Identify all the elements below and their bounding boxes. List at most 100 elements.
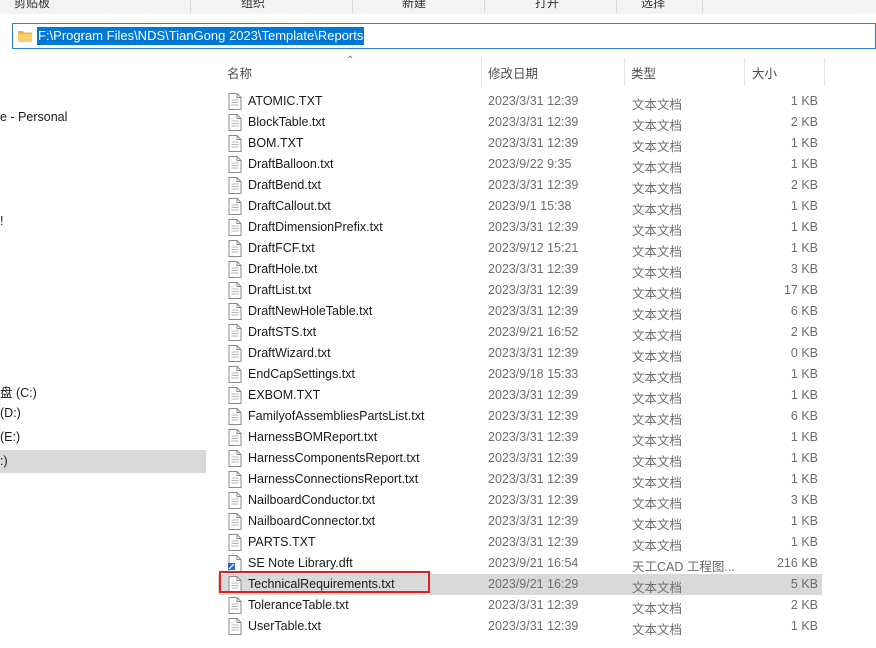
text-file-icon bbox=[228, 261, 242, 278]
file-row[interactable]: DraftDimensionPrefix.txt 2023/3/31 12:39 文… bbox=[218, 217, 822, 238]
file-date-modified: 2023/3/31 12:39 bbox=[488, 472, 579, 486]
file-date-modified: 2023/3/31 12:39 bbox=[488, 598, 579, 612]
file-row[interactable]: BOM.TXT 2023/3/31 12:39 文本文档 1 KB bbox=[218, 133, 822, 154]
file-name: HarnessBOMReport.txt bbox=[248, 430, 378, 444]
file-row[interactable]: DraftNewHoleTable.txt 2023/3/31 12:39 文本文档… bbox=[218, 301, 822, 322]
nav-item-onedrive-personal[interactable]: e - Personal bbox=[0, 110, 67, 124]
file-date-modified: 2023/3/31 12:39 bbox=[488, 451, 579, 465]
file-date-modified: 2023/3/31 12:39 bbox=[488, 493, 579, 507]
file-size: 1 KB bbox=[790, 367, 818, 381]
file-row[interactable]: ATOMIC.TXT 2023/3/31 12:39 文本文档 1 KB bbox=[218, 91, 822, 112]
file-name: NailboardConductor.txt bbox=[248, 493, 376, 507]
file-row[interactable]: UserTable.txt 2023/3/31 12:39 文本文档 1 KB bbox=[218, 616, 822, 637]
column-header-date[interactable]: 修改日期 bbox=[488, 63, 538, 82]
text-file-icon bbox=[228, 282, 242, 299]
file-size: 6 KB bbox=[790, 409, 818, 423]
file-size: 2 KB bbox=[790, 115, 818, 129]
file-size: 5 KB bbox=[790, 577, 818, 591]
file-row[interactable]: SE Note Library.dft 2023/9/21 16:54 天工CAD … bbox=[218, 553, 822, 574]
column-divider[interactable] bbox=[624, 58, 625, 86]
file-row[interactable]: DraftWizard.txt 2023/3/31 12:39 文本文档 0 KB bbox=[218, 343, 822, 364]
file-row[interactable]: EndCapSettings.txt 2023/9/18 15:33 文本文档 1 K… bbox=[218, 364, 822, 385]
file-size: 1 KB bbox=[790, 451, 818, 465]
column-header-type[interactable]: 类型 bbox=[631, 63, 656, 82]
file-row[interactable]: DraftHole.txt 2023/3/31 12:39 文本文档 3 KB bbox=[218, 259, 822, 280]
file-type: 文本文档 bbox=[632, 119, 683, 133]
text-file-icon bbox=[228, 387, 242, 404]
text-file-icon bbox=[228, 240, 242, 257]
text-file-icon bbox=[228, 534, 242, 551]
file-name: TechnicalRequirements.txt bbox=[248, 577, 395, 591]
text-file-icon bbox=[228, 618, 242, 635]
address-bar[interactable]: F:\Program Files\NDS\TianGong 2023\Templ… bbox=[12, 23, 876, 49]
text-file-icon bbox=[228, 177, 242, 194]
file-row[interactable]: DraftCallout.txt 2023/9/1 15:38 文本文档 1 KB bbox=[218, 196, 822, 217]
file-type: 文本文档 bbox=[632, 308, 683, 322]
text-file-icon bbox=[228, 156, 242, 173]
file-date-modified: 2023/3/31 12:39 bbox=[488, 430, 579, 444]
text-file-icon bbox=[228, 198, 242, 215]
column-divider[interactable] bbox=[744, 58, 745, 86]
file-type: 文本文档 bbox=[632, 224, 683, 238]
column-header-size[interactable]: 大小 bbox=[752, 63, 777, 82]
file-size: 1 KB bbox=[790, 241, 818, 255]
text-file-icon bbox=[228, 135, 242, 152]
nav-item-drive-c[interactable]: 盘 (C:) bbox=[0, 382, 37, 401]
file-row[interactable]: DraftBalloon.txt 2023/9/22 9:35 文本文档 1 KB bbox=[218, 154, 822, 175]
file-type: 文本文档 bbox=[632, 476, 683, 490]
file-type: 文本文档 bbox=[632, 455, 683, 469]
nav-item-this-pc[interactable]: ! bbox=[0, 214, 3, 228]
text-file-icon bbox=[228, 93, 242, 110]
text-file-icon bbox=[228, 114, 242, 131]
ribbon-separator bbox=[702, 0, 703, 13]
file-row[interactable]: PARTS.TXT 2023/3/31 12:39 文本文档 1 KB bbox=[218, 532, 822, 553]
file-row[interactable]: DraftList.txt 2023/3/31 12:39 文本文档 17 KB bbox=[218, 280, 822, 301]
address-path[interactable]: F:\Program Files\NDS\TianGong 2023\Templ… bbox=[37, 27, 365, 45]
file-size: 216 KB bbox=[776, 556, 818, 570]
ribbon: 剪贴板 组织 新建 打开 选择 bbox=[0, 0, 876, 14]
file-size: 1 KB bbox=[790, 388, 818, 402]
file-name: DraftList.txt bbox=[248, 283, 312, 297]
file-type: 文本文档 bbox=[632, 350, 683, 364]
file-row[interactable]: HarnessConnectionsReport.txt 2023/3/31 12… bbox=[218, 469, 822, 490]
ribbon-separator bbox=[352, 0, 353, 13]
file-row[interactable]: TechnicalRequirements.txt 2023/9/21 16:29… bbox=[218, 574, 822, 595]
file-row[interactable]: EXBOM.TXT 2023/3/31 12:39 文本文档 1 KB bbox=[218, 385, 822, 406]
file-type: 文本文档 bbox=[632, 203, 683, 217]
nav-item-drive-f[interactable]: :) bbox=[0, 454, 8, 468]
file-row[interactable]: DraftFCF.txt 2023/9/12 15:21 文本文档 1 KB bbox=[218, 238, 822, 259]
file-type: 文本文档 bbox=[632, 245, 683, 259]
file-row[interactable]: ToleranceTable.txt 2023/3/31 12:39 文本文档 2 K… bbox=[218, 595, 822, 616]
file-name: SE Note Library.dft bbox=[248, 556, 353, 570]
file-date-modified: 2023/3/31 12:39 bbox=[488, 388, 579, 402]
file-size: 6 KB bbox=[790, 304, 818, 318]
text-file-icon bbox=[228, 219, 242, 236]
text-file-icon bbox=[228, 303, 242, 320]
file-size: 1 KB bbox=[790, 514, 818, 528]
nav-item-drive-d[interactable]: (D:) bbox=[0, 406, 21, 420]
file-row[interactable]: BlockTable.txt 2023/3/31 12:39 文本文档 2 KB bbox=[218, 112, 822, 133]
text-file-icon bbox=[228, 576, 242, 593]
text-file-icon bbox=[228, 324, 242, 341]
file-size: 1 KB bbox=[790, 136, 818, 150]
nav-item-drive-e[interactable]: (E:) bbox=[0, 430, 20, 444]
file-row[interactable]: HarnessComponentsReport.txt 2023/3/31 12:… bbox=[218, 448, 822, 469]
file-row[interactable]: DraftSTS.txt 2023/9/21 16:52 文本文档 2 KB bbox=[218, 322, 822, 343]
file-type: 文本文档 bbox=[632, 539, 683, 553]
file-name: FamilyofAssembliesPartsList.txt bbox=[248, 409, 425, 423]
file-row[interactable]: DraftBend.txt 2023/3/31 12:39 文本文档 2 KB bbox=[218, 175, 822, 196]
file-type: 文本文档 bbox=[632, 266, 683, 280]
column-header-name[interactable]: 名称 bbox=[227, 63, 252, 82]
file-row[interactable]: NailboardConductor.txt 2023/3/31 12:39 文本文… bbox=[218, 490, 822, 511]
file-name: EXBOM.TXT bbox=[248, 388, 321, 402]
file-size: 2 KB bbox=[790, 325, 818, 339]
text-file-icon bbox=[228, 513, 242, 530]
file-date-modified: 2023/3/31 12:39 bbox=[488, 115, 579, 129]
column-divider[interactable] bbox=[481, 58, 482, 86]
file-row[interactable]: HarnessBOMReport.txt 2023/3/31 12:39 文本文档 1… bbox=[218, 427, 822, 448]
column-divider[interactable] bbox=[824, 58, 825, 86]
file-row[interactable]: NailboardConnector.txt 2023/3/31 12:39 文本文… bbox=[218, 511, 822, 532]
file-row[interactable]: FamilyofAssembliesPartsList.txt 2023/3/31… bbox=[218, 406, 822, 427]
file-type: 文本文档 bbox=[632, 623, 683, 637]
file-size: 3 KB bbox=[790, 493, 818, 507]
